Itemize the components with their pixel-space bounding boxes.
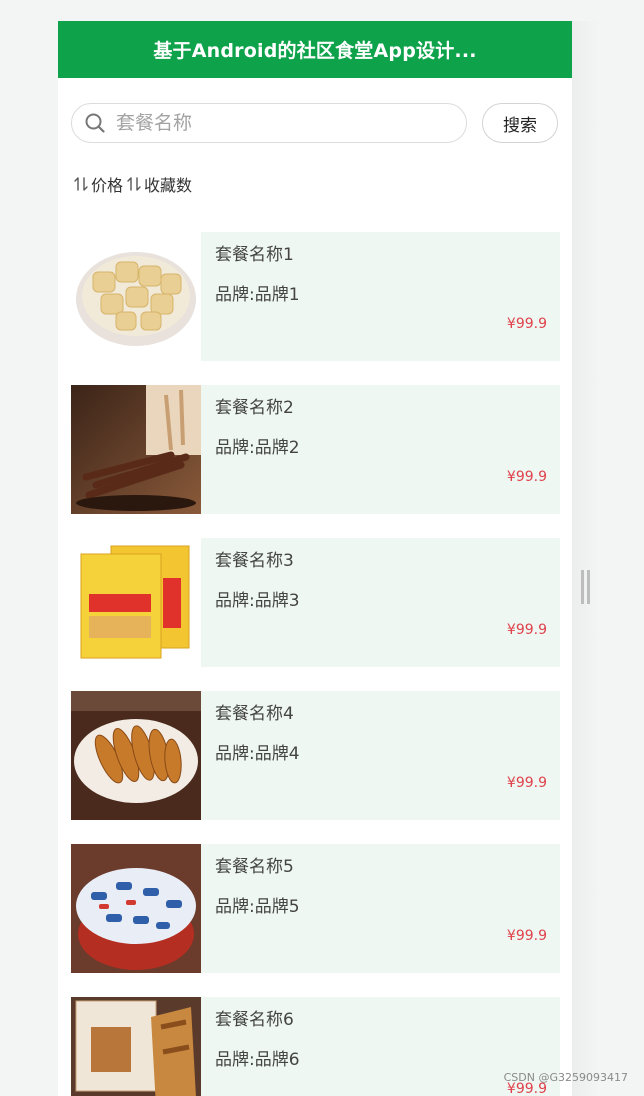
sort-favorites-label: 收藏数 <box>144 176 193 195</box>
candy-bowl-image <box>71 844 201 973</box>
sort-icon <box>127 177 141 191</box>
phone-screen: 基于Android的社区食堂App设计... 搜索 价格 收藏数 <box>58 21 572 1096</box>
item-price: ¥99.9 <box>506 469 547 485</box>
sort-by-favorites[interactable]: 收藏数 <box>127 172 192 196</box>
item-price: ¥99.9 <box>506 316 547 332</box>
item-price: ¥99.9 <box>506 928 547 944</box>
sort-bar: 价格 收藏数 <box>74 172 196 196</box>
meal-list: 套餐名称1 品牌:品牌1 ¥99.9 套餐名称2 品牌:品牌2 ¥99.9 套餐… <box>71 232 561 1096</box>
search-box[interactable] <box>71 103 467 143</box>
item-brand: 品牌:品牌1 <box>215 285 300 305</box>
sort-by-price[interactable]: 价格 <box>74 172 123 196</box>
handle-bar <box>581 570 584 604</box>
page-title: 基于Android的社区食堂App设计... <box>153 40 477 62</box>
item-info: 套餐名称4 品牌:品牌4 ¥99.9 <box>201 691 560 820</box>
item-brand: 品牌:品牌5 <box>215 897 300 917</box>
item-name: 套餐名称2 <box>215 398 294 418</box>
item-brand: 品牌:品牌6 <box>215 1050 300 1070</box>
search-bar: 搜索 <box>58 78 572 153</box>
list-item[interactable]: 套餐名称6 品牌:品牌6 ¥99.9 <box>71 997 561 1096</box>
item-info: 套餐名称3 品牌:品牌3 ¥99.9 <box>201 538 560 667</box>
cookie-bowl-image <box>71 232 201 361</box>
biscuit-pack-image <box>71 538 201 667</box>
item-info: 套餐名称5 品牌:品牌5 ¥99.9 <box>201 844 560 973</box>
list-item[interactable]: 套餐名称5 品牌:品牌5 ¥99.9 <box>71 844 561 973</box>
list-item[interactable]: 套餐名称2 品牌:品牌2 ¥99.9 <box>71 385 561 514</box>
item-name: 套餐名称3 <box>215 551 294 571</box>
sort-price-label: 价格 <box>91 176 124 195</box>
window-shadow <box>572 21 598 1096</box>
search-icon <box>85 113 105 133</box>
item-price: ¥99.9 <box>506 775 547 791</box>
dried-beef-image <box>71 385 201 514</box>
search-input[interactable] <box>114 111 466 135</box>
sort-icon <box>74 177 88 191</box>
item-name: 套餐名称5 <box>215 857 294 877</box>
item-info: 套餐名称2 品牌:品牌2 ¥99.9 <box>201 385 560 514</box>
item-brand: 品牌:品牌3 <box>215 591 300 611</box>
item-brand: 品牌:品牌4 <box>215 744 300 764</box>
snack-pack-image <box>71 997 201 1096</box>
fried-fish-plate-image <box>71 691 201 820</box>
search-button[interactable]: 搜索 <box>482 103 558 143</box>
list-item[interactable]: 套餐名称1 品牌:品牌1 ¥99.9 <box>71 232 561 361</box>
item-info: 套餐名称1 品牌:品牌1 ¥99.9 <box>201 232 560 361</box>
watermark: CSDN @G3259093417 <box>503 1071 628 1084</box>
item-brand: 品牌:品牌2 <box>215 438 300 458</box>
item-name: 套餐名称6 <box>215 1010 294 1030</box>
list-item[interactable]: 套餐名称4 品牌:品牌4 ¥99.9 <box>71 691 561 820</box>
handle-bar <box>587 570 590 604</box>
list-item[interactable]: 套餐名称3 品牌:品牌3 ¥99.9 <box>71 538 561 667</box>
app-header: 基于Android的社区食堂App设计... <box>58 21 572 78</box>
item-name: 套餐名称1 <box>215 245 294 265</box>
resize-handle[interactable] <box>581 570 590 604</box>
item-name: 套餐名称4 <box>215 704 294 724</box>
item-price: ¥99.9 <box>506 622 547 638</box>
